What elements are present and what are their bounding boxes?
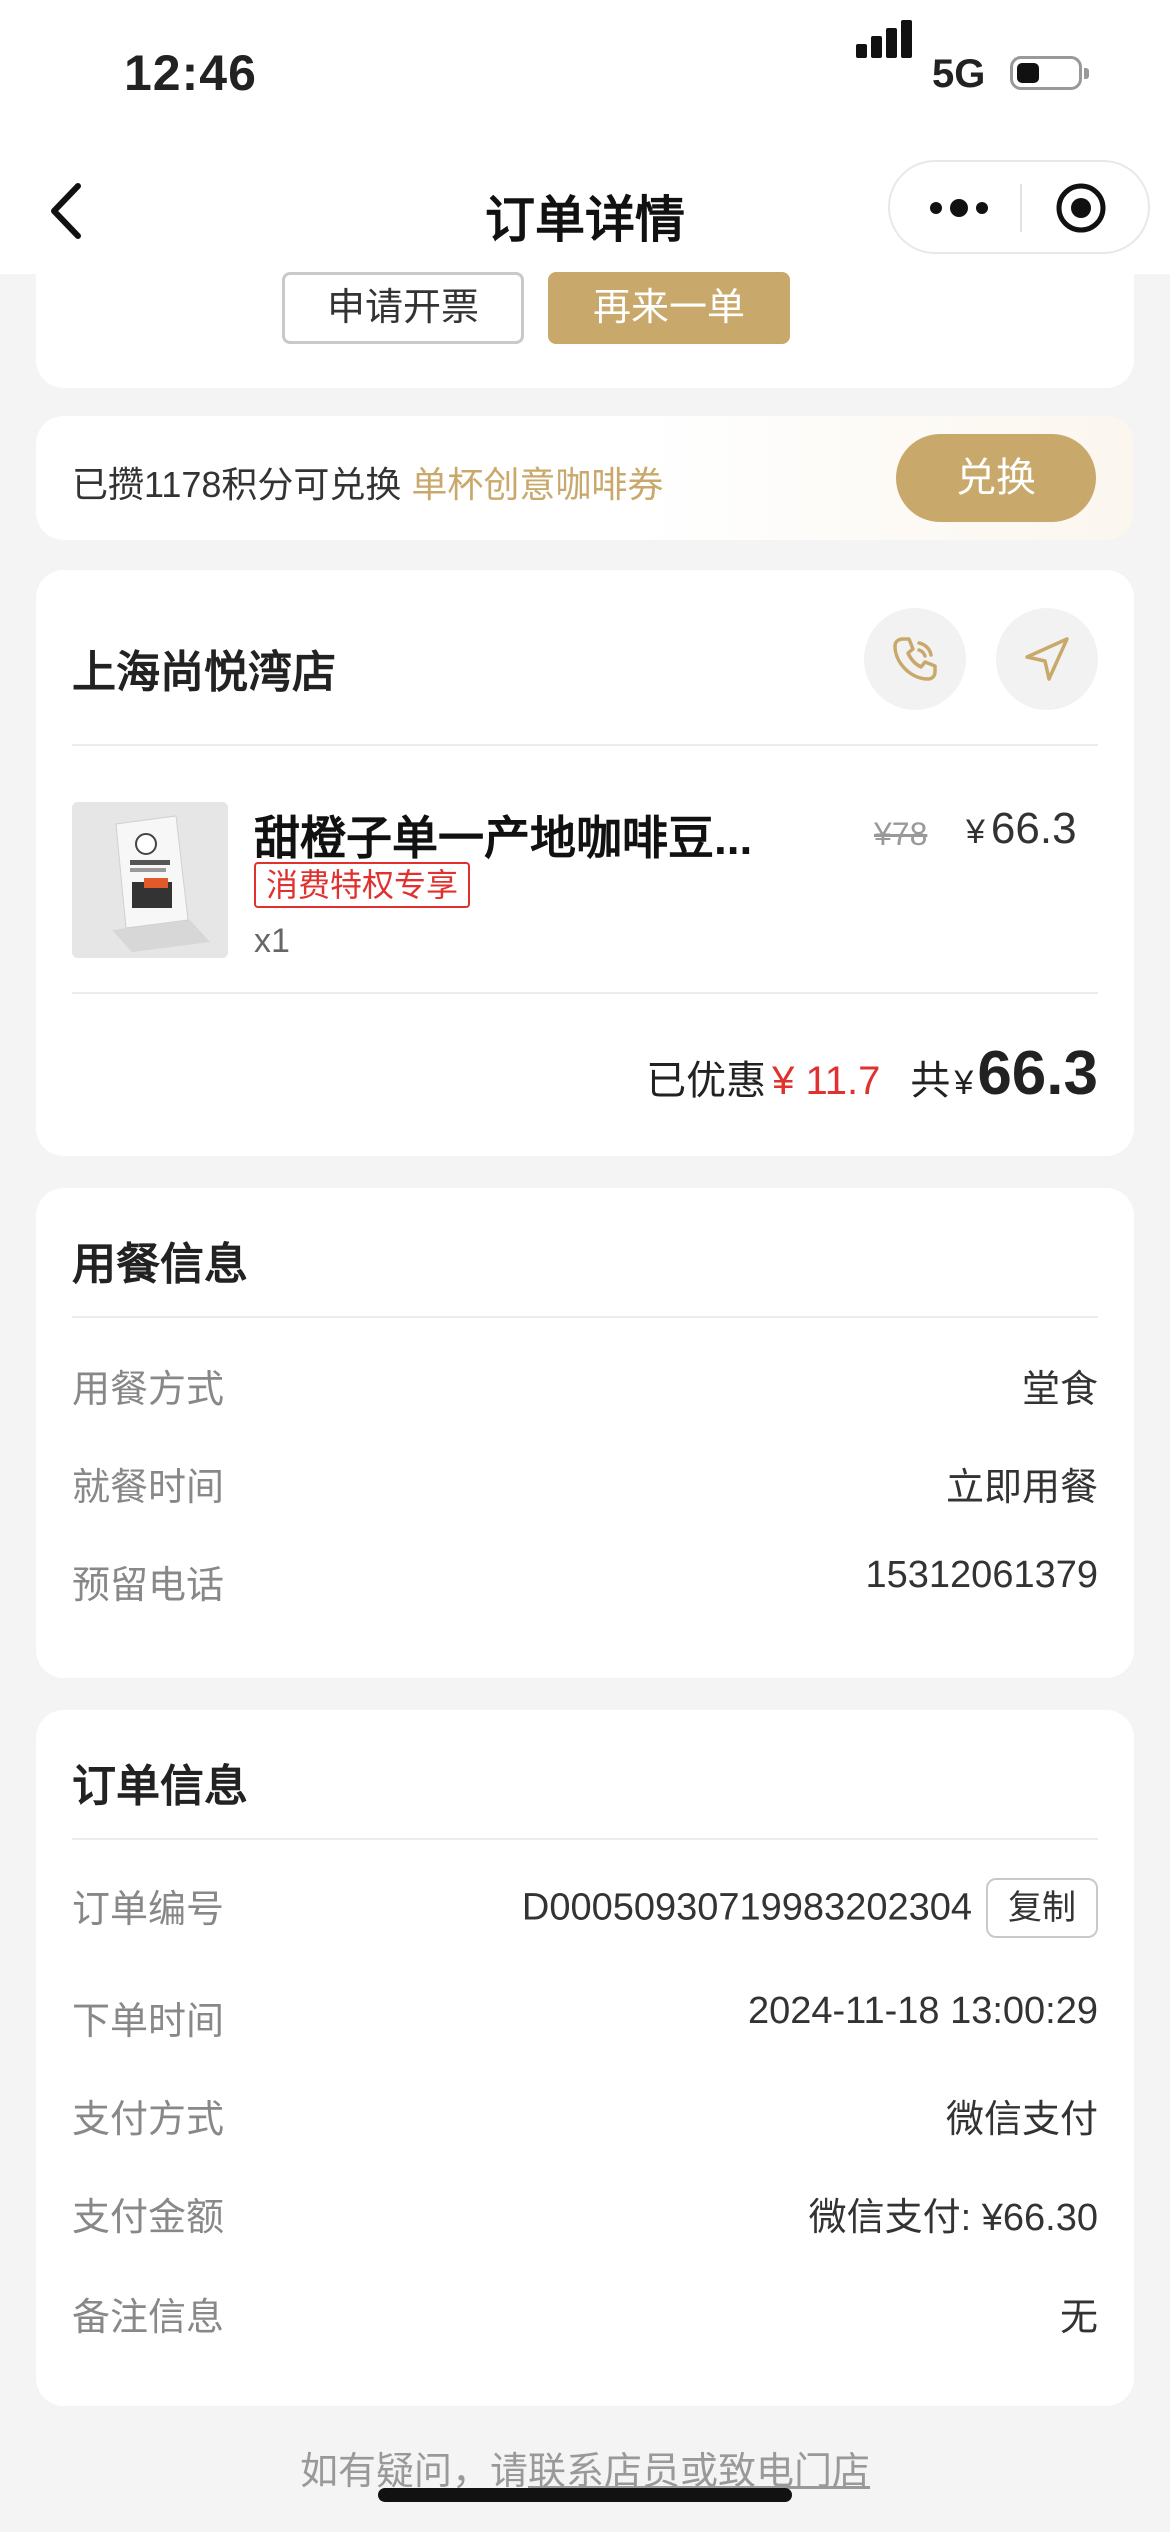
close-miniprogram-button[interactable] [1055, 182, 1107, 234]
navigate-button[interactable] [996, 608, 1098, 710]
divider [72, 744, 1098, 746]
miniprogram-capsule [888, 160, 1150, 254]
order-time-value: 2024-11-18 13:00:29 [747, 1990, 1098, 2032]
row-label: 订单编号 [72, 1889, 225, 1931]
status-bar: 12:46 5G [0, 0, 1170, 150]
row-label: 就餐时间 [72, 1467, 225, 1509]
store-card: 上海尚悦湾店 甜橙子单一产地咖啡豆... 消费特权专享 x1 ¥78 ¥66.3… [36, 570, 1134, 1156]
dining-time-value: 立即用餐 [945, 1467, 1098, 1509]
target-icon [1056, 183, 1106, 233]
home-indicator [378, 2488, 792, 2502]
original-price: ¥78 [874, 816, 928, 852]
payment-amount-value: 微信支付: ¥66.30 [808, 2197, 1098, 2239]
product-name: 甜橙子单一产地咖啡豆... [254, 812, 753, 864]
more-dots-icon [930, 199, 988, 217]
remarks-value: 无 [1059, 2297, 1098, 2339]
copy-button[interactable]: 复制 [986, 1878, 1098, 1938]
points-banner: 已攒1178积分可兑换 单杯创意咖啡券 兑换 [36, 416, 1134, 540]
payment-method-value: 微信支付 [945, 2099, 1098, 2141]
discount-amount: ¥ 11.7 [772, 1059, 881, 1103]
network-label: 5G [932, 52, 986, 96]
row-label: 备注信息 [72, 2297, 225, 2339]
battery-icon [1010, 56, 1089, 90]
coupon-link[interactable]: 单杯创意咖啡券 [411, 464, 663, 505]
call-store-button[interactable] [864, 608, 966, 710]
points-text: 已攒1178积分可兑换 单杯创意咖啡券 [72, 464, 664, 505]
request-invoice-button[interactable]: 申请开票 [282, 272, 524, 344]
dining-mode-value: 堂食 [1021, 1369, 1098, 1411]
product-image [72, 802, 228, 958]
order-number-row: D00050930719983202304 复制 [522, 1878, 1098, 1938]
status-time: 12:46 [124, 45, 257, 101]
reorder-button[interactable]: 再来一单 [548, 272, 790, 344]
coffee-bag-image [72, 802, 228, 958]
row-label: 支付方式 [72, 2099, 225, 2141]
nav-bar: 订单详情 [0, 150, 1170, 274]
row-label: 下单时间 [72, 2001, 225, 2043]
divider [72, 1316, 1098, 1318]
phone-icon [893, 637, 937, 681]
section-title: 用餐信息 [72, 1240, 248, 1289]
divider [72, 1838, 1098, 1840]
row-label: 支付金额 [72, 2197, 225, 2239]
section-title: 订单信息 [72, 1762, 248, 1811]
order-info-card: 订单信息 订单编号 D00050930719983202304 复制 下单时间 2… [36, 1710, 1134, 2406]
product-quantity: x1 [254, 922, 290, 960]
help-footer: 如有疑问，请联系店员或致电门店 [299, 2451, 871, 2493]
dining-info-card: 用餐信息 用餐方式 堂食 就餐时间 立即用餐 预留电话 15312061379 [36, 1188, 1134, 1678]
contact-store-link[interactable]: 联系店员或致电门店 [528, 2451, 870, 2493]
navigation-arrow-icon [1025, 637, 1069, 681]
price-summary: 已优惠 ¥ 11.7 共 ¥66.3 [646, 1039, 1098, 1108]
more-button[interactable] [926, 186, 992, 230]
total-amount: 66.3 [977, 1039, 1098, 1108]
total-label: 共 [910, 1059, 951, 1103]
row-label: 用餐方式 [72, 1369, 225, 1411]
product-price: ¥66.3 [966, 804, 1077, 853]
phone-value: 15312061379 [865, 1554, 1098, 1596]
discount-label: 已优惠 [646, 1059, 767, 1103]
capsule-divider [1020, 184, 1022, 232]
privilege-tag: 消费特权专享 [254, 862, 471, 908]
exchange-button[interactable]: 兑换 [896, 434, 1096, 522]
store-name: 上海尚悦湾店 [72, 648, 336, 697]
divider [72, 992, 1098, 994]
order-number-value: D00050930719983202304 [521, 1886, 972, 1929]
row-label: 预留电话 [72, 1565, 225, 1607]
